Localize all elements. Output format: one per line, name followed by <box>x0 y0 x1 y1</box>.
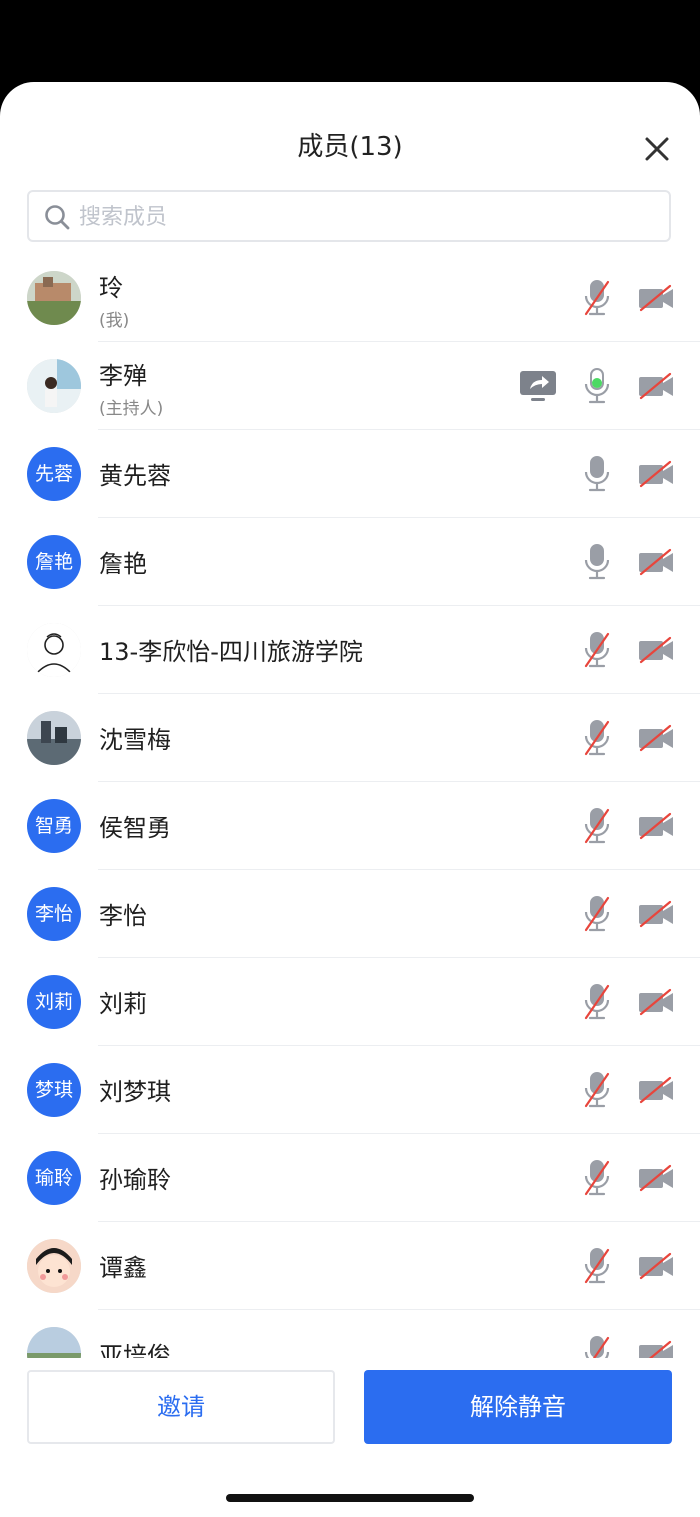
member-row[interactable]: 梦琪 刘梦琪 <box>0 1046 700 1134</box>
member-avatar: 梦琪 <box>27 1063 81 1117</box>
unmute-button[interactable]: 解除静音 <box>364 1370 672 1444</box>
mic-icon[interactable] <box>580 366 614 406</box>
search-box[interactable] <box>27 190 671 242</box>
member-list[interactable]: 玲 (我) 李殚 (主持人) 先蓉 黄先蓉 詹艳 詹艳 13-李欣怡-四川旅游学院 沈雪梅 智勇 侯智… <box>0 254 700 1358</box>
screen-share-icon[interactable] <box>518 368 558 404</box>
members-panel: 成员(13) 玲(我)李殚(主持人)先蓉黄先蓉詹艳詹艳13-李欣怡-四川旅游学院… <box>0 82 700 1517</box>
member-avatar: 李怡 <box>27 887 81 941</box>
member-name: 李殚 <box>99 362 147 390</box>
member-role: (我) <box>99 311 130 331</box>
camera-off-icon[interactable] <box>636 810 676 842</box>
member-role: (主持人) <box>99 399 164 419</box>
member-name: 詹艳 <box>99 550 147 578</box>
member-avatar: 詹艳 <box>27 535 81 589</box>
member-name: 亚培俊 <box>99 1342 171 1358</box>
photo-city-avatar <box>27 711 81 765</box>
camera-off-icon[interactable] <box>636 722 676 754</box>
member-name: 谭鑫 <box>99 1254 147 1282</box>
member-name: 玲 <box>99 274 123 302</box>
member-name: 13-李欣怡-四川旅游学院 <box>99 638 363 666</box>
camera-off-icon[interactable] <box>636 1162 676 1194</box>
mic-muted-icon[interactable] <box>580 982 614 1022</box>
member-name: 刘莉 <box>99 990 147 1018</box>
member-name: 孙瑜聆 <box>99 1166 171 1194</box>
mic-muted-icon[interactable] <box>580 278 614 318</box>
member-row[interactable]: 13-李欣怡-四川旅游学院 <box>0 606 700 694</box>
member-row[interactable]: 李怡 李怡 <box>0 870 700 958</box>
member-avatar: 刘莉 <box>27 975 81 1029</box>
member-row[interactable]: 詹艳 詹艳 <box>0 518 700 606</box>
camera-off-icon[interactable] <box>636 1074 676 1106</box>
member-name: 李怡 <box>99 902 147 930</box>
home-indicator <box>226 1494 474 1502</box>
invite-button[interactable]: 邀请 <box>27 1370 335 1444</box>
member-row[interactable]: 谭鑫 <box>0 1222 700 1310</box>
camera-off-icon[interactable] <box>636 370 676 402</box>
member-row[interactable]: 瑜聆 孙瑜聆 <box>0 1134 700 1222</box>
mic-muted-icon[interactable] <box>580 718 614 758</box>
camera-off-icon[interactable] <box>636 898 676 930</box>
member-row[interactable]: 玲 (我) <box>0 254 700 342</box>
camera-off-icon[interactable] <box>636 458 676 490</box>
camera-off-icon[interactable] <box>636 986 676 1018</box>
mic-muted-icon[interactable] <box>580 1334 614 1358</box>
member-row[interactable]: 沈雪梅 <box>0 694 700 782</box>
footer-bar: 邀请 解除静音 <box>0 1358 700 1517</box>
photo-garden-avatar <box>27 271 81 325</box>
sketch-avatar <box>27 623 81 677</box>
member-row[interactable]: 智勇 侯智勇 <box>0 782 700 870</box>
member-row[interactable]: 亚培俊 <box>0 1310 700 1358</box>
mic-muted-icon[interactable] <box>580 1070 614 1110</box>
member-avatar: 智勇 <box>27 799 81 853</box>
member-row[interactable]: 李殚 (主持人) <box>0 342 700 430</box>
mic-muted-icon[interactable] <box>580 806 614 846</box>
close-button[interactable] <box>640 132 674 166</box>
member-row[interactable]: 先蓉 黄先蓉 <box>0 430 700 518</box>
mic-icon[interactable] <box>580 542 614 582</box>
member-name: 侯智勇 <box>99 814 171 842</box>
member-name: 沈雪梅 <box>99 726 171 754</box>
member-row[interactable]: 刘莉 刘莉 <box>0 958 700 1046</box>
panel-title: 成员(13) <box>297 132 403 162</box>
photo-landscape-avatar <box>27 1327 81 1358</box>
member-avatar: 瑜聆 <box>27 1151 81 1205</box>
photo-girl-avatar <box>27 359 81 413</box>
member-name: 黄先蓉 <box>99 462 171 490</box>
search-icon <box>45 205 70 230</box>
camera-off-icon[interactable] <box>636 282 676 314</box>
camera-off-icon[interactable] <box>636 1250 676 1282</box>
camera-off-icon[interactable] <box>636 546 676 578</box>
camera-off-icon[interactable] <box>636 1338 676 1358</box>
mic-icon[interactable] <box>580 454 614 494</box>
close-icon <box>645 137 669 161</box>
mic-muted-icon[interactable] <box>580 630 614 670</box>
search-input[interactable] <box>77 198 641 236</box>
mic-muted-icon[interactable] <box>580 1246 614 1286</box>
mic-muted-icon[interactable] <box>580 894 614 934</box>
mic-muted-icon[interactable] <box>580 1158 614 1198</box>
member-avatar: 先蓉 <box>27 447 81 501</box>
cartoon-avatar <box>27 1239 81 1293</box>
member-name: 刘梦琪 <box>99 1078 171 1106</box>
camera-off-icon[interactable] <box>636 634 676 666</box>
